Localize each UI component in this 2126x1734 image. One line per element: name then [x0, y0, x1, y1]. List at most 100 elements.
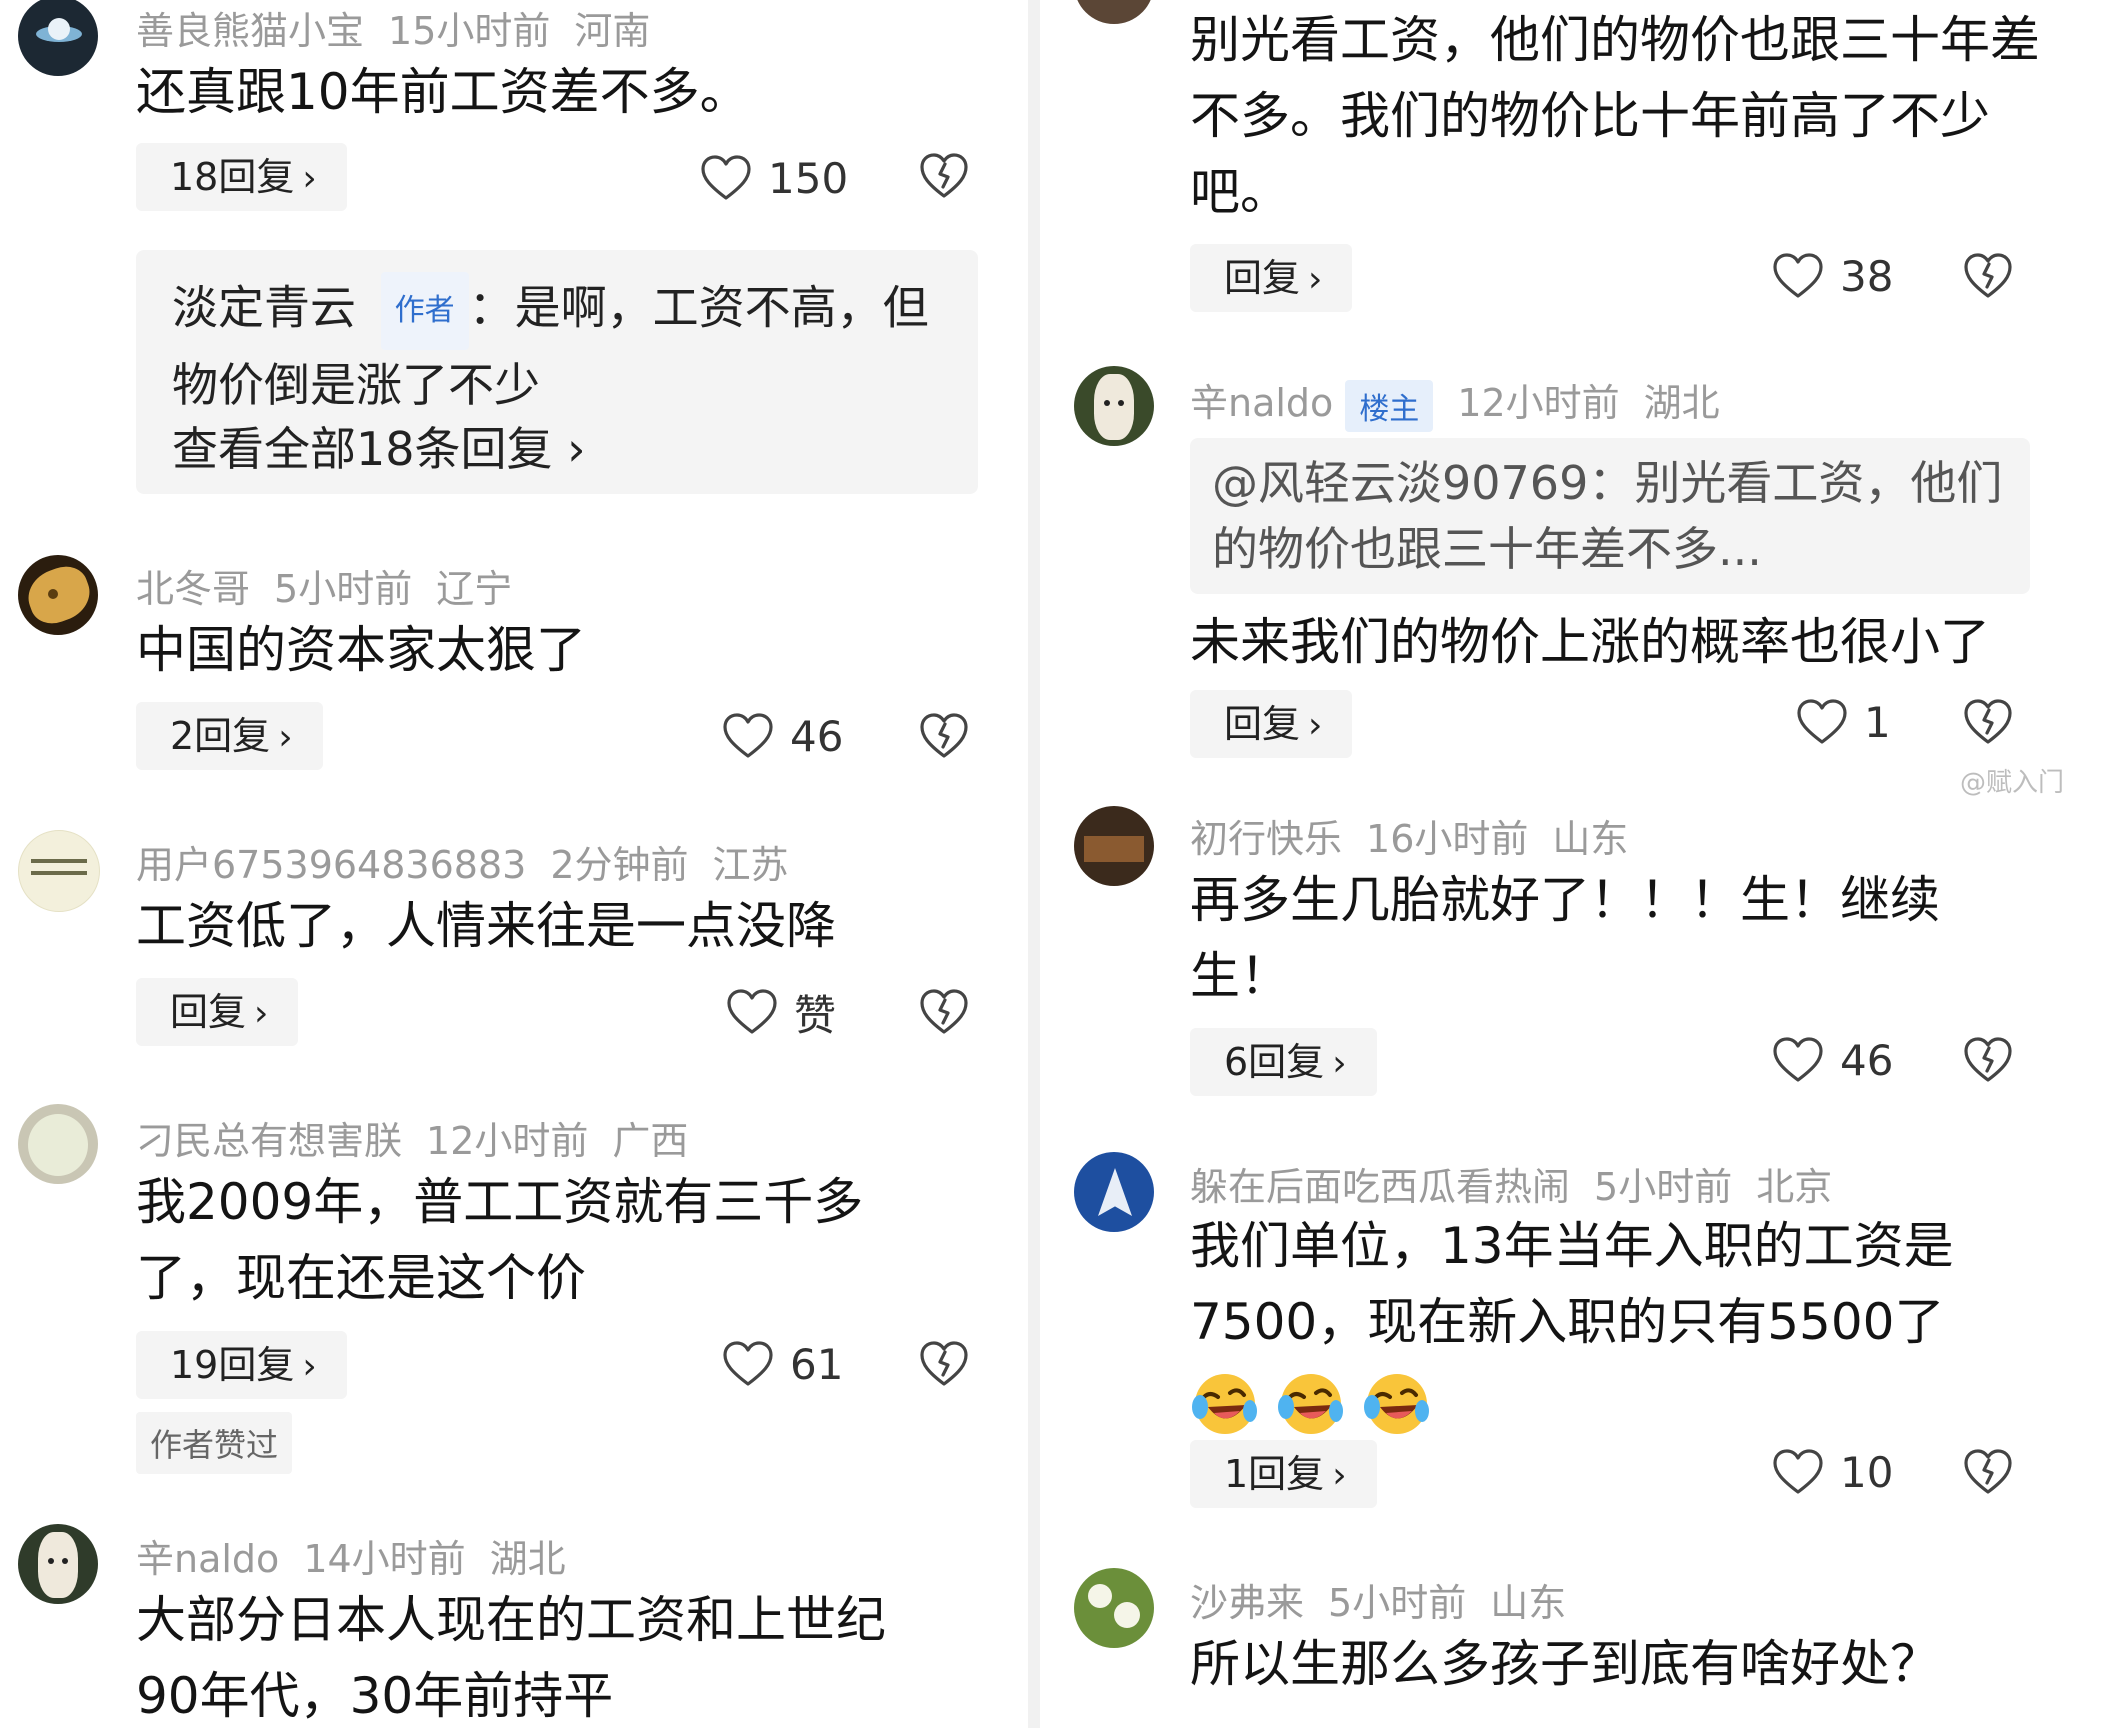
author-liked-tag: 作者赞过 — [136, 1412, 293, 1474]
reply-label: 2回复 — [170, 714, 271, 758]
reply-button[interactable]: 2回复 › — [136, 702, 323, 770]
username[interactable]: 初行快乐 — [1190, 817, 1342, 861]
comment-text: 我2009年，普工工资就有三千多了，现在还是这个价 — [136, 1173, 864, 1307]
like-count: 61 — [790, 1339, 844, 1389]
view-all-label: 查看全部18条回复 — [172, 422, 553, 476]
comment-meta: 初行快乐 16小时前 山东 — [1190, 808, 1652, 863]
location: 河南 — [574, 9, 651, 53]
chevron-right-icon: › — [1308, 705, 1323, 746]
like-count: 1 — [1864, 697, 1891, 747]
reply-preview[interactable]: 淡定青云 作者 ：是啊，工资不高，但物价倒是涨了不少 查看全部18条回复 › — [136, 250, 978, 494]
avatar[interactable] — [18, 1524, 98, 1604]
reply-button[interactable]: 回复 › — [136, 978, 299, 1046]
username[interactable]: 善良熊猫小宝 — [136, 9, 364, 53]
heart-outline-icon — [1772, 252, 1824, 300]
username[interactable]: 辛naldo — [136, 1537, 279, 1581]
heart-outline-icon — [1772, 1448, 1824, 1496]
timestamp: 5小时前 — [274, 567, 413, 611]
broken-heart-icon[interactable] — [1962, 696, 2014, 748]
comment-meta: 躲在后面吃西瓜看热闹 5小时前 北京 — [1190, 1156, 1856, 1211]
like-count: 赞 — [794, 990, 837, 1040]
laugh-cry-emoji-icon — [1190, 1367, 1260, 1437]
like-button[interactable]: 38 — [1772, 246, 1893, 306]
username[interactable]: 北冬哥 — [136, 567, 250, 611]
like-count: 10 — [1840, 1447, 1894, 1497]
username[interactable]: 沙弗来 — [1190, 1581, 1304, 1625]
comment-meta: 辛naldo 14小时前 湖北 — [136, 1528, 590, 1583]
avatar[interactable] — [1074, 0, 1154, 24]
heart-outline-icon — [700, 154, 752, 202]
reply-button[interactable]: 6回复 › — [1190, 1028, 1377, 1096]
comment-meta: 刁民总有想害朕 12小时前 广西 — [136, 1110, 712, 1165]
reply-label: 18回复 — [170, 155, 295, 199]
reply-label: 1回复 — [1224, 1452, 1325, 1496]
location: 广西 — [612, 1119, 689, 1163]
like-count: 150 — [768, 153, 849, 203]
chevron-right-icon: › — [278, 717, 293, 758]
comment-body: 我们单位，13年当年入职的工资是7500，现在新入职的只有5500了 — [1190, 1217, 1954, 1351]
avatar[interactable] — [18, 830, 100, 912]
timestamp: 5小时前 — [1594, 1165, 1733, 1209]
broken-heart-icon[interactable] — [918, 150, 970, 202]
chevron-right-icon: › — [1332, 1455, 1347, 1496]
quoted-reply[interactable]: @风轻云淡90769：别光看工资，他们的物价也跟三十年差不多... — [1190, 438, 2030, 594]
comment-text: 未来我们的物价上涨的概率也很小了 — [1190, 613, 1990, 671]
reply-label: 6回复 — [1224, 1040, 1325, 1084]
timestamp: 12小时前 — [426, 1119, 589, 1163]
like-button[interactable]: 61 — [722, 1334, 843, 1394]
avatar[interactable] — [1074, 806, 1154, 886]
reply-button[interactable]: 回复 › — [1190, 690, 1353, 758]
avatar[interactable] — [1074, 1152, 1154, 1232]
broken-heart-icon[interactable] — [1962, 250, 2014, 302]
avatar[interactable] — [18, 1104, 98, 1184]
username[interactable]: 辛naldo — [1190, 381, 1333, 425]
like-count: 46 — [1840, 1035, 1894, 1085]
reply-button[interactable]: 18回复 › — [136, 143, 347, 211]
like-button[interactable]: 46 — [1772, 1030, 1893, 1090]
reply-label: 回复 — [170, 990, 247, 1034]
comment-text: 工资低了，人情来往是一点没降 — [136, 897, 836, 955]
laugh-cry-emoji-icon — [1276, 1367, 1346, 1437]
comment-text: 再多生几胎就好了！！！生！继续生！ — [1190, 871, 1940, 1005]
like-button[interactable]: 46 — [722, 706, 843, 766]
location: 辽宁 — [436, 567, 513, 611]
broken-heart-icon[interactable] — [1962, 1034, 2014, 1086]
broken-heart-icon[interactable] — [1962, 1446, 2014, 1498]
reply-author[interactable]: 淡定青云 — [172, 281, 356, 335]
broken-heart-icon[interactable] — [918, 986, 970, 1038]
reply-button[interactable]: 回复 › — [1190, 244, 1353, 312]
author-badge: 作者 — [380, 272, 469, 350]
like-button[interactable]: 150 — [700, 148, 848, 208]
like-button[interactable]: 10 — [1772, 1442, 1893, 1502]
username[interactable]: 躲在后面吃西瓜看热闹 — [1190, 1165, 1570, 1209]
chevron-right-icon: › — [302, 1346, 317, 1387]
reply-button[interactable]: 1回复 › — [1190, 1440, 1377, 1508]
owner-badge: 楼主 — [1345, 379, 1434, 432]
chevron-right-icon: › — [254, 993, 269, 1034]
chevron-right-icon: › — [552, 422, 586, 476]
like-count: 46 — [790, 711, 844, 761]
chevron-right-icon: › — [1332, 1043, 1347, 1084]
like-button[interactable]: 赞 — [726, 982, 836, 1042]
comment-text: 还真跟10年前工资差不多。 — [136, 63, 750, 121]
username[interactable]: 用户6753964836883 — [136, 843, 526, 887]
avatar[interactable] — [1074, 366, 1154, 446]
avatar[interactable] — [18, 555, 98, 635]
broken-heart-icon[interactable] — [918, 710, 970, 762]
like-button[interactable]: 1 — [1796, 692, 1891, 752]
avatar[interactable] — [1074, 1568, 1154, 1648]
reply-label: 19回复 — [170, 1343, 295, 1387]
chevron-right-icon: › — [302, 158, 317, 199]
comment-meta: 辛naldo 楼主 12小时前 湖北 — [1190, 372, 1744, 432]
laugh-cry-emoji-icon — [1362, 1367, 1432, 1437]
timestamp: 14小时前 — [303, 1537, 466, 1581]
location: 江苏 — [712, 843, 789, 887]
avatar[interactable] — [18, 0, 98, 76]
view-all-replies-link[interactable]: 查看全部18条回复 › — [172, 414, 586, 484]
username[interactable]: 刁民总有想害朕 — [136, 1119, 402, 1163]
comment-meta: 善良熊猫小宝 15小时前 河南 — [136, 0, 674, 55]
reply-button[interactable]: 19回复 › — [136, 1331, 347, 1399]
heart-outline-icon — [1772, 1036, 1824, 1084]
timestamp: 5小时前 — [1328, 1581, 1467, 1625]
broken-heart-icon[interactable] — [918, 1338, 970, 1390]
